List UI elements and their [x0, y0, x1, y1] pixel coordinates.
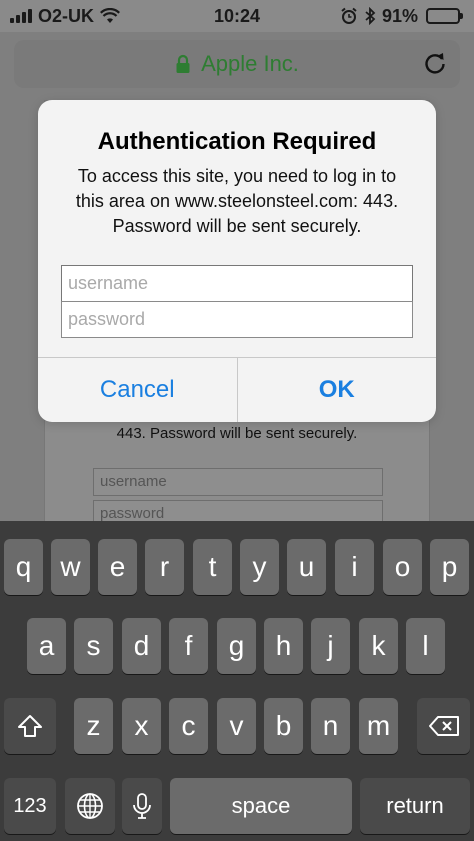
key-b[interactable]: b — [264, 698, 303, 754]
shift-icon — [18, 715, 42, 737]
microphone-icon — [133, 793, 151, 819]
key-o[interactable]: o — [383, 539, 422, 595]
cancel-button[interactable]: Cancel — [38, 358, 237, 422]
shift-key[interactable] — [4, 698, 56, 754]
space-key[interactable]: space — [170, 778, 352, 834]
status-bar: O2-UK 10:24 91% — [0, 0, 474, 32]
battery-icon — [426, 8, 463, 24]
key-u[interactable]: u — [287, 539, 326, 595]
dialog-title: Authentication Required — [97, 128, 377, 155]
globe-icon — [77, 793, 103, 819]
dialog-button-bar: Cancel OK — [38, 357, 436, 422]
ok-button[interactable]: OK — [236, 358, 437, 422]
key-m[interactable]: m — [359, 698, 398, 754]
key-c[interactable]: c — [169, 698, 208, 754]
key-w[interactable]: w — [51, 539, 90, 595]
numbers-key[interactable]: 123 — [4, 778, 56, 834]
lock-icon — [176, 54, 190, 73]
key-p[interactable]: p — [430, 539, 469, 595]
username-input[interactable] — [61, 265, 413, 302]
key-l[interactable]: l — [406, 618, 445, 674]
background-message: 443. Password will be sent securely. — [116, 425, 358, 442]
alarm-icon — [341, 7, 357, 24]
key-i[interactable]: i — [335, 539, 374, 595]
key-z[interactable]: z — [74, 698, 113, 754]
key-s[interactable]: s — [74, 618, 113, 674]
carrier-name: O2-UK — [38, 5, 95, 26]
key-q[interactable]: q — [4, 539, 43, 595]
dictation-key[interactable] — [122, 778, 162, 834]
reload-icon[interactable] — [422, 50, 448, 76]
authentication-dialog: Authentication Required To access this s… — [38, 100, 436, 422]
key-d[interactable]: d — [122, 618, 161, 674]
key-g[interactable]: g — [217, 618, 256, 674]
key-n[interactable]: n — [311, 698, 350, 754]
background-username-field: username — [93, 468, 383, 496]
key-t[interactable]: t — [193, 539, 232, 595]
address-bar[interactable]: Apple Inc. — [14, 40, 460, 88]
key-k[interactable]: k — [359, 618, 398, 674]
key-r[interactable]: r — [145, 539, 184, 595]
dialog-message: To access this site, you need to log in … — [75, 166, 399, 236]
site-name: Apple Inc. — [201, 51, 299, 76]
backspace-key[interactable] — [417, 698, 470, 754]
key-x[interactable]: x — [122, 698, 161, 754]
signal-bars-icon — [10, 9, 32, 23]
key-e[interactable]: e — [98, 539, 137, 595]
bluetooth-icon — [365, 7, 376, 25]
backspace-icon — [428, 716, 459, 736]
key-f[interactable]: f — [169, 618, 208, 674]
keyboard: q w e r t y u i o p a s d f g h j k l z … — [0, 521, 474, 841]
key-y[interactable]: y — [240, 539, 279, 595]
password-input[interactable] — [61, 301, 413, 338]
globe-key[interactable] — [65, 778, 115, 834]
battery-percent: 91% — [381, 5, 418, 26]
return-key[interactable]: return — [360, 778, 470, 834]
key-a[interactable]: a — [27, 618, 66, 674]
key-v[interactable]: v — [217, 698, 256, 754]
wifi-icon — [100, 8, 120, 23]
key-h[interactable]: h — [264, 618, 303, 674]
key-j[interactable]: j — [311, 618, 350, 674]
